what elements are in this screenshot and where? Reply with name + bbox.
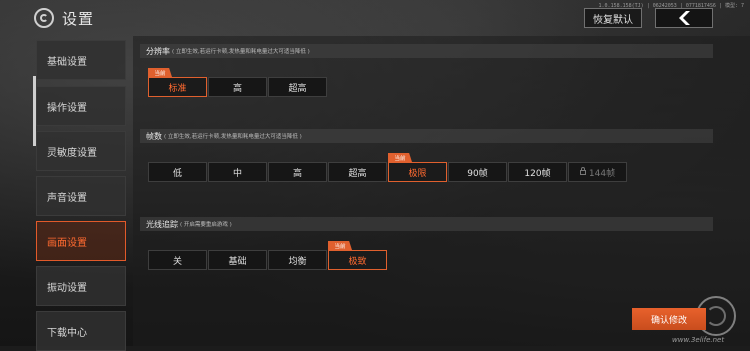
- page-title: 设置: [62, 10, 95, 28]
- current-badge: 当前: [148, 68, 172, 77]
- header: 设置 1.0.158.158(TJ) | 06242053 | 07718174…: [0, 0, 750, 36]
- resolution-option-standard[interactable]: 当前 标准: [148, 68, 207, 97]
- option-label: 超高: [288, 83, 307, 94]
- section-framerate-header: 帧数 ( 立即生效,若运行卡顿,发热量和耗电量过大可适当降低 ): [140, 129, 713, 143]
- option-label: 144帧: [588, 168, 616, 179]
- sidebar-item-basic[interactable]: 基础设置: [36, 40, 126, 80]
- option-label: 均衡: [288, 256, 307, 267]
- sidebar-item-vibration[interactable]: 振动设置: [36, 266, 126, 306]
- watermark-text: www.3elife.net: [672, 336, 725, 344]
- option-label: 中: [232, 168, 242, 179]
- framerate-option-high[interactable]: 高: [268, 162, 327, 182]
- section-raytracing-header: 光线追踪 ( 开启需要重启游戏 ): [140, 217, 713, 231]
- framerate-option-120fps[interactable]: 120帧: [508, 162, 567, 182]
- section-framerate-title: 帧数: [146, 131, 162, 141]
- raytracing-option-extreme[interactable]: 当前 极致: [328, 241, 387, 270]
- resolution-option-high[interactable]: 高: [208, 77, 267, 97]
- framerate-option-low[interactable]: 低: [148, 162, 207, 182]
- section-raytracing-hint: ( 开启需要重启游戏 ): [180, 222, 232, 228]
- framerate-option-90fps[interactable]: 90帧: [448, 162, 507, 182]
- confirm-button[interactable]: 确认修改: [632, 308, 706, 330]
- option-label: 高: [292, 168, 302, 179]
- sidebar-item-download[interactable]: 下载中心: [36, 311, 126, 351]
- option-label: 高: [232, 83, 242, 94]
- section-framerate-hint: ( 立即生效,若运行卡顿,发热量和耗电量过大可适当降低 ): [164, 134, 302, 140]
- framerate-option-144fps: 144帧: [568, 162, 627, 182]
- chevron-left-icon: [679, 11, 690, 25]
- raytracing-option-off[interactable]: 关: [148, 250, 207, 270]
- resolution-options: 当前 标准 高 超高: [148, 68, 328, 97]
- current-badge: 当前: [388, 153, 412, 162]
- option-label: 90帧: [467, 168, 488, 179]
- reset-default-button[interactable]: 恢复默认: [584, 8, 642, 28]
- raytracing-option-basic[interactable]: 基础: [208, 250, 267, 270]
- section-raytracing-title: 光线追踪: [146, 219, 178, 229]
- option-label: 极致: [348, 256, 367, 267]
- option-label: 低: [172, 168, 182, 179]
- option-label: 120帧: [524, 168, 551, 179]
- option-label: 超高: [348, 168, 367, 179]
- sidebar-item-sensitivity[interactable]: 灵敏度设置: [36, 131, 126, 171]
- sidebar-item-sound[interactable]: 声音设置: [36, 176, 126, 216]
- section-resolution-title: 分辨率: [146, 46, 170, 56]
- framerate-option-ultra[interactable]: 超高: [328, 162, 387, 182]
- back-button[interactable]: [655, 8, 713, 28]
- raytracing-option-balanced[interactable]: 均衡: [268, 250, 327, 270]
- option-label: 极限: [408, 168, 427, 179]
- sidebar-item-graphics[interactable]: 画面设置: [36, 221, 126, 261]
- section-resolution-hint: ( 立即生效,若运行卡顿,发热量和耗电量过大可适当降低 ): [172, 49, 310, 55]
- option-label: 基础: [228, 256, 247, 267]
- lock-icon: [579, 166, 586, 175]
- sidebar-item-controls[interactable]: 操作设置: [36, 86, 126, 126]
- game-logo-icon: [34, 8, 54, 28]
- option-label: 关: [172, 256, 182, 267]
- section-resolution-header: 分辨率 ( 立即生效,若运行卡顿,发热量和耗电量过大可适当降低 ): [140, 44, 713, 58]
- framerate-option-medium[interactable]: 中: [208, 162, 267, 182]
- current-badge: 当前: [328, 241, 352, 250]
- raytracing-options: 关 基础 均衡 当前 极致: [148, 241, 388, 270]
- option-label: 标准: [168, 83, 187, 94]
- resolution-option-ultra[interactable]: 超高: [268, 77, 327, 97]
- framerate-option-extreme[interactable]: 当前 极限: [388, 153, 447, 182]
- framerate-options: 低 中 高 超高 当前 极限 90帧 120帧 144帧: [148, 153, 628, 182]
